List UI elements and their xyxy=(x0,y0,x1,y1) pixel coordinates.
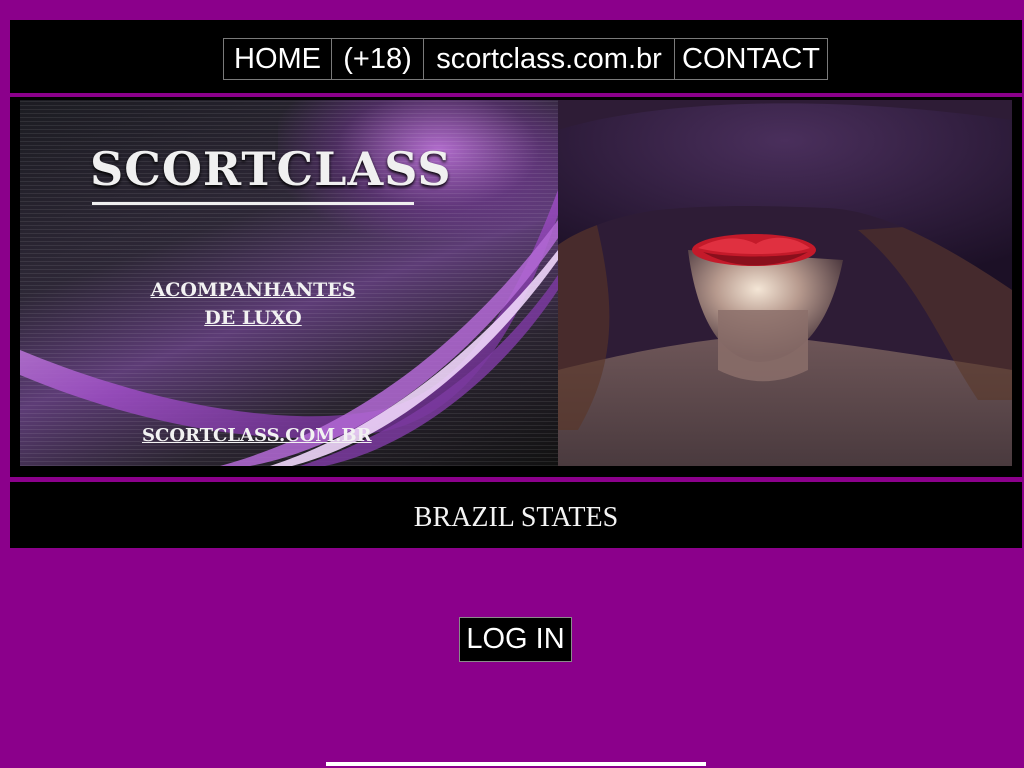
portrait-illustration xyxy=(558,100,1012,466)
nav-contact-link[interactable]: CONTACT xyxy=(675,39,827,79)
brand-logo-panel: SCORTCLASS ACOMPANHANTES DE LUXO SCORTCL… xyxy=(20,100,558,466)
hero-banner: SCORTCLASS ACOMPANHANTES DE LUXO SCORTCL… xyxy=(10,97,1022,477)
nav-domain-link[interactable]: scortclass.com.br xyxy=(424,39,675,79)
brand-title-underline xyxy=(92,202,414,205)
nav-age-warning-link[interactable]: (+18) xyxy=(332,39,424,79)
brazil-states-heading[interactable]: BRAZIL STATES xyxy=(10,502,1022,534)
top-navigation-bar: HOME (+18) scortclass.com.br CONTACT xyxy=(10,20,1022,93)
nav-home-link[interactable]: HOME xyxy=(224,39,332,79)
brand-subtitle-line2: DE LUXO xyxy=(204,307,302,329)
brand-subtitle: ACOMPANHANTES DE LUXO xyxy=(148,276,358,332)
main-nav: HOME (+18) scortclass.com.br CONTACT xyxy=(223,38,828,80)
states-section-bar: BRAZIL STATES xyxy=(10,482,1022,548)
woman-portrait-image xyxy=(558,100,1012,466)
brand-domain-text: SCORTCLASS.COM.BR xyxy=(142,425,372,446)
login-button[interactable]: LOG IN xyxy=(459,617,572,662)
page: HOME (+18) scortclass.com.br CONTACT SCO… xyxy=(0,0,1024,768)
bottom-divider xyxy=(326,762,706,766)
brand-subtitle-line1: ACOMPANHANTES xyxy=(150,279,356,301)
brand-title: SCORTCLASS xyxy=(90,142,452,196)
